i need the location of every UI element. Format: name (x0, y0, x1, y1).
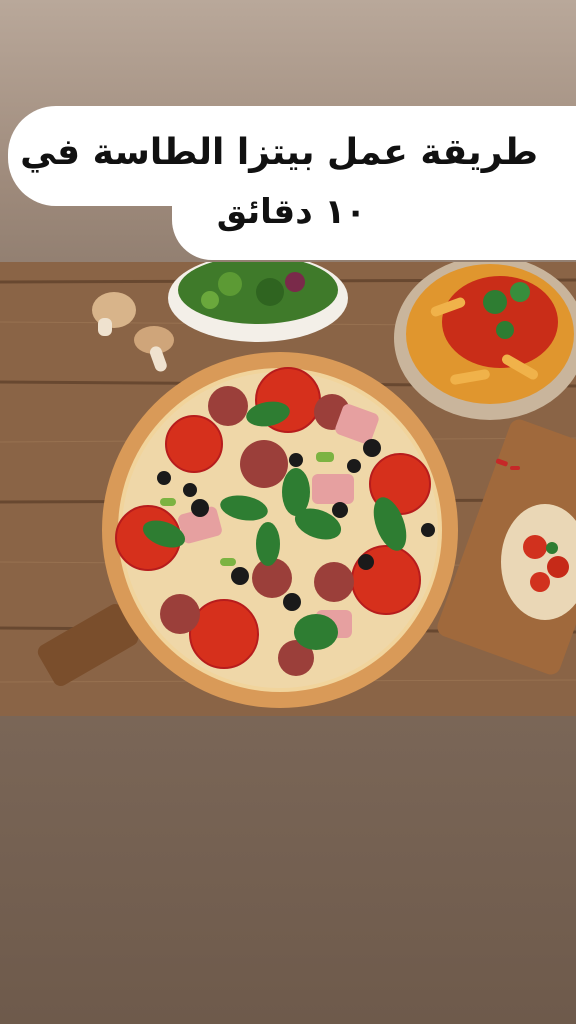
caption-title-line1: طريقة عمل بيتزا الطاسة في (20, 132, 538, 173)
caption-title-line2: ١٠ دقائق (216, 192, 366, 232)
pizza (102, 352, 458, 708)
pizza-food-photo (0, 262, 576, 716)
